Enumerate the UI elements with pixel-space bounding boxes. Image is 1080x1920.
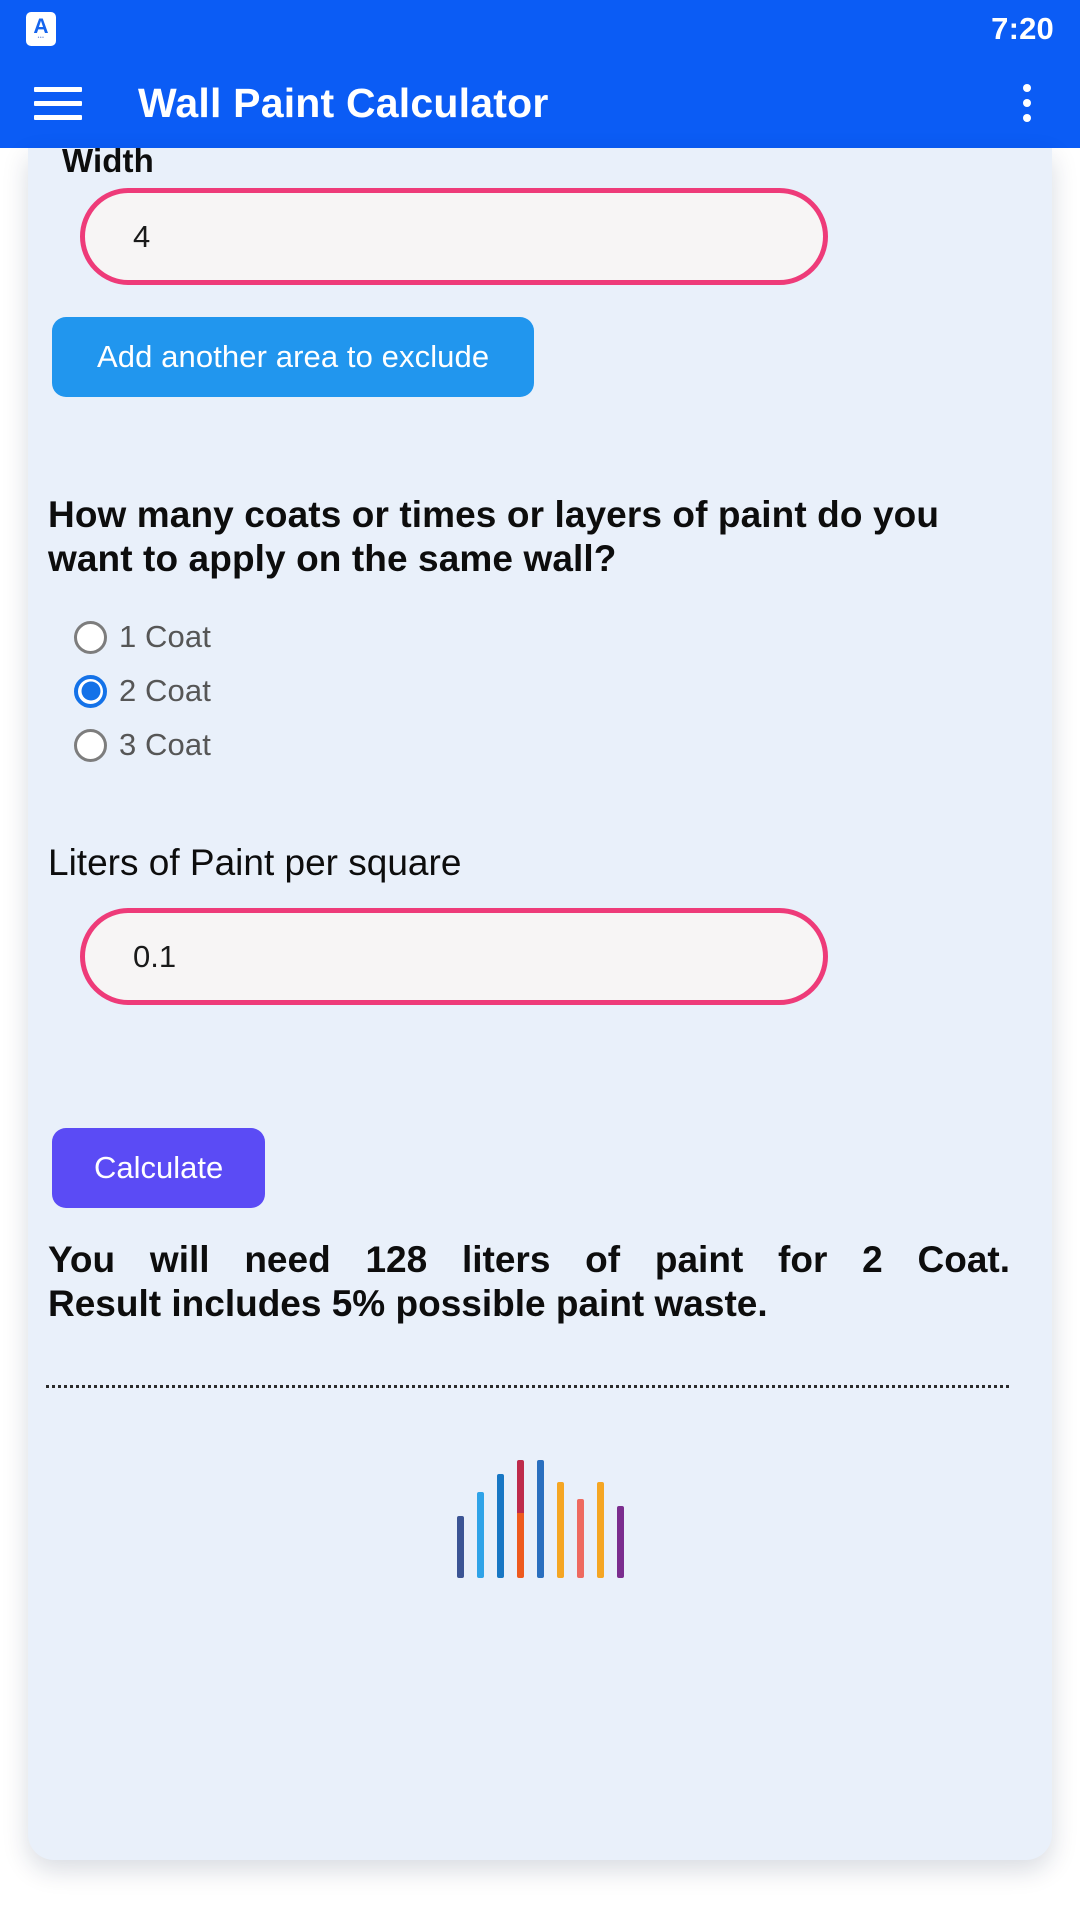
equalizer-bar	[516, 1460, 524, 1578]
content-card-inner: Width 4 Add another area to exclude How …	[28, 148, 1052, 1860]
app-bar: Wall Paint Calculator	[0, 58, 1080, 148]
content-card: Width 4 Add another area to exclude How …	[28, 148, 1052, 1860]
radio-label: 3 Coat	[119, 727, 211, 762]
result-line-2: Result includes 5% possible paint waste.	[48, 1282, 768, 1324]
app-screen: A ••• 7:20 Wall Paint Calculator Width 4…	[0, 0, 1080, 1920]
radio-icon	[74, 728, 107, 762]
equalizer-bar	[476, 1492, 484, 1578]
hamburger-menu-icon[interactable]	[32, 77, 84, 129]
result-line-1: You will need 128 liters of paint for 2 …	[48, 1239, 1010, 1280]
radio-icon	[74, 620, 107, 654]
equalizer-bar	[556, 1482, 564, 1578]
radio-icon-selected	[74, 674, 107, 708]
width-label: Width	[62, 148, 154, 179]
overflow-dot	[1023, 84, 1031, 92]
overflow-menu-icon[interactable]	[1004, 77, 1050, 129]
width-input[interactable]: 4	[80, 188, 828, 285]
dotted-divider	[46, 1385, 1010, 1388]
equalizer-bar	[536, 1460, 544, 1578]
radio-label: 1 Coat	[119, 619, 211, 654]
liters-per-square-label: Liters of Paint per square	[48, 842, 462, 883]
hamburger-line	[34, 100, 82, 106]
calculate-button[interactable]: Calculate	[52, 1128, 266, 1208]
app-title: Wall Paint Calculator	[138, 79, 549, 126]
equalizer-bar	[456, 1516, 464, 1578]
equalizer-bar	[616, 1506, 624, 1578]
result-text: You will need 128 liters of paint for 2 …	[48, 1238, 1010, 1325]
equalizer-bars-graphic	[28, 1458, 1052, 1578]
app-notification-icon: A •••	[26, 12, 56, 46]
coats-question-label: How many coats or times or layers of pai…	[48, 494, 940, 579]
equalizer-bar	[496, 1474, 504, 1578]
liters-per-square-input[interactable]: 0.1	[80, 908, 828, 1005]
coats-radio-group: 1 Coat 2 Coat 3 Coat	[74, 610, 211, 772]
notification-icon-subglyph: •••	[37, 35, 45, 41]
add-another-area-button[interactable]: Add another area to exclude	[52, 317, 535, 397]
hamburger-line	[34, 114, 82, 120]
equalizer-bar	[596, 1482, 604, 1578]
overflow-dot	[1023, 99, 1031, 107]
radio-label: 2 Coat	[119, 673, 211, 708]
equalizer-bar	[576, 1499, 584, 1578]
notification-icon-glyph: A	[33, 15, 49, 38]
radio-option-2-coat[interactable]: 2 Coat	[74, 664, 211, 718]
status-bar-left: A •••	[26, 12, 56, 46]
radio-option-1-coat[interactable]: 1 Coat	[74, 610, 211, 664]
overflow-dot	[1023, 114, 1031, 122]
hamburger-line	[34, 86, 82, 92]
status-bar-clock: 7:20	[991, 11, 1054, 46]
radio-option-3-coat[interactable]: 3 Coat	[74, 718, 211, 772]
status-bar: A ••• 7:20	[0, 0, 1080, 58]
